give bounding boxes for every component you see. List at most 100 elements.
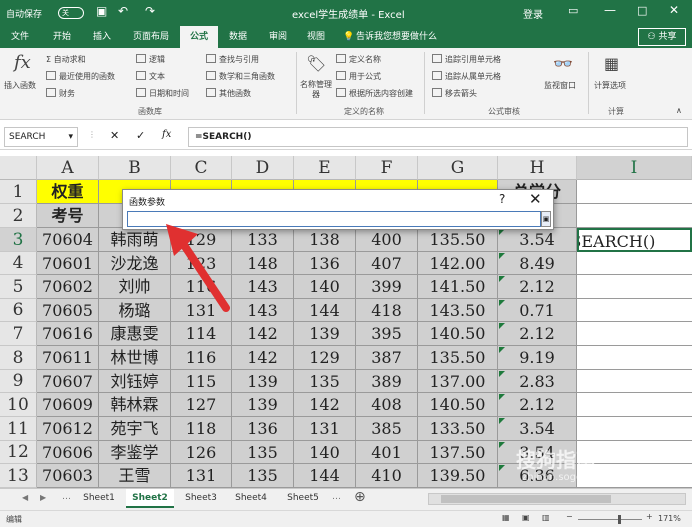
autosave-toggle[interactable]: 关 (58, 7, 84, 19)
cell[interactable]: 权重 (37, 180, 99, 204)
cell[interactable]: 143 (232, 299, 294, 322)
row-header[interactable]: 4 (0, 252, 37, 275)
cell[interactable]: 142 (232, 346, 294, 370)
cell[interactable]: 王雪 (99, 464, 171, 488)
column-header[interactable]: D (232, 156, 294, 180)
scrollbar-thumb[interactable] (441, 495, 611, 503)
share-button[interactable]: ⚇ 共享 (638, 28, 686, 46)
row-header[interactable]: 13 (0, 464, 37, 488)
close-icon[interactable]: ✕ (669, 3, 679, 17)
cell[interactable]: 70616 (37, 322, 99, 346)
more-sheets-icon[interactable]: … (62, 492, 71, 502)
cell[interactable]: 387 (356, 346, 418, 370)
cell[interactable]: 135.50 (418, 346, 498, 370)
cell[interactable]: 0.71 (498, 299, 577, 322)
cell[interactable]: 142.00 (418, 252, 498, 275)
autosum-button[interactable]: Σ 自动求和 (46, 54, 86, 65)
column-header[interactable]: G (418, 156, 498, 180)
cell[interactable]: 401 (356, 441, 418, 464)
cell[interactable]: 141.50 (418, 275, 498, 299)
formula-input[interactable]: =SEARCH() (188, 127, 688, 147)
logic-button[interactable]: 逻辑 (136, 54, 165, 65)
column-header[interactable]: B (99, 156, 171, 180)
tab-view[interactable]: 视图 (300, 26, 332, 48)
calc-options-button[interactable]: 计算选项 (594, 80, 626, 91)
column-header[interactable]: E (294, 156, 356, 180)
row-header[interactable]: 8 (0, 346, 37, 370)
cell[interactable]: 115 (171, 370, 232, 393)
cell[interactable] (577, 370, 692, 393)
trace-dependents-button[interactable]: 追踪从属单元格 (432, 71, 501, 82)
insert-function-icon[interactable]: fx (162, 129, 171, 140)
cell[interactable]: 70611 (37, 346, 99, 370)
page-layout-view-icon[interactable]: ▣ (522, 513, 530, 522)
cell[interactable]: 考号 (37, 204, 99, 228)
cell[interactable]: 2.83 (498, 370, 577, 393)
insert-function-button[interactable]: 插入函数 (4, 80, 36, 91)
cell[interactable]: 林世博 (99, 346, 171, 370)
row-header[interactable]: 9 (0, 370, 37, 393)
cell[interactable]: 2.12 (498, 275, 577, 299)
cell[interactable]: 114 (171, 322, 232, 346)
cell[interactable] (577, 346, 692, 370)
row-header[interactable]: 5 (0, 275, 37, 299)
save-icon[interactable]: ▣ (96, 4, 107, 18)
cell[interactable]: 410 (356, 464, 418, 488)
cell[interactable]: 137.50 (418, 441, 498, 464)
row-header[interactable]: 12 (0, 441, 37, 464)
tab-formulas[interactable]: 公式 (180, 26, 218, 48)
cell[interactable]: 144 (294, 299, 356, 322)
more-sheets-right-icon[interactable]: … (332, 492, 341, 502)
cell[interactable] (577, 275, 692, 299)
column-header[interactable]: A (37, 156, 99, 180)
cell[interactable]: 70606 (37, 441, 99, 464)
cell[interactable]: 131 (294, 417, 356, 441)
other-functions-button[interactable]: 其他函数 (206, 88, 251, 99)
cell[interactable]: 137.00 (418, 370, 498, 393)
row-header[interactable]: 7 (0, 322, 37, 346)
define-name-button[interactable]: 定义名称 (336, 54, 381, 65)
cell[interactable]: 韩林霖 (99, 393, 171, 417)
cell[interactable]: 148 (232, 252, 294, 275)
dropdown-icon[interactable]: ▾ (68, 128, 73, 146)
cell[interactable]: 418 (356, 299, 418, 322)
prev-sheet-icon[interactable]: ◀ (22, 493, 28, 502)
remove-arrows-button[interactable]: 移去箭头 (432, 88, 477, 99)
cell[interactable]: 133 (232, 228, 294, 252)
column-header[interactable]: C (171, 156, 232, 180)
cell[interactable]: 135 (232, 441, 294, 464)
zoom-in-icon[interactable]: + (646, 512, 653, 521)
cell[interactable]: 400 (356, 228, 418, 252)
cell[interactable]: 139 (294, 322, 356, 346)
page-break-view-icon[interactable]: ▥ (542, 513, 550, 522)
cell[interactable]: 140 (294, 441, 356, 464)
cell[interactable] (577, 204, 692, 228)
sheet-tab[interactable]: Sheet5 (280, 489, 326, 508)
cell[interactable]: 142 (232, 322, 294, 346)
cell[interactable]: 70601 (37, 252, 99, 275)
sheet-tab[interactable]: Sheet1 (76, 489, 122, 508)
cell[interactable] (577, 417, 692, 441)
cell[interactable]: 3.54 (498, 228, 577, 252)
help-icon[interactable]: ? (499, 192, 505, 206)
cell[interactable]: 140.50 (418, 322, 498, 346)
cell[interactable]: 136 (294, 252, 356, 275)
tab-home[interactable]: 开始 (46, 26, 78, 48)
sheet-tab[interactable]: Sheet3 (178, 489, 224, 508)
use-in-formula-button[interactable]: 用于公式 (336, 71, 381, 82)
column-header[interactable]: F (356, 156, 418, 180)
cell[interactable]: 407 (356, 252, 418, 275)
lookup-button[interactable]: 查找与引用 (206, 54, 259, 65)
cancel-icon[interactable]: ✕ (110, 129, 119, 142)
row-header[interactable]: 1 (0, 180, 37, 204)
cell[interactable]: 139.50 (418, 464, 498, 488)
column-header[interactable]: H (498, 156, 577, 180)
zoom-slider-handle[interactable] (618, 515, 621, 524)
cell[interactable]: 8.49 (498, 252, 577, 275)
normal-view-icon[interactable]: ▦ (502, 513, 510, 522)
cell[interactable]: 140 (294, 275, 356, 299)
cell[interactable]: 70607 (37, 370, 99, 393)
cell[interactable]: 刘钰婷 (99, 370, 171, 393)
fx-icon[interactable]: fx (14, 52, 31, 73)
row-header[interactable]: 2 (0, 204, 37, 228)
